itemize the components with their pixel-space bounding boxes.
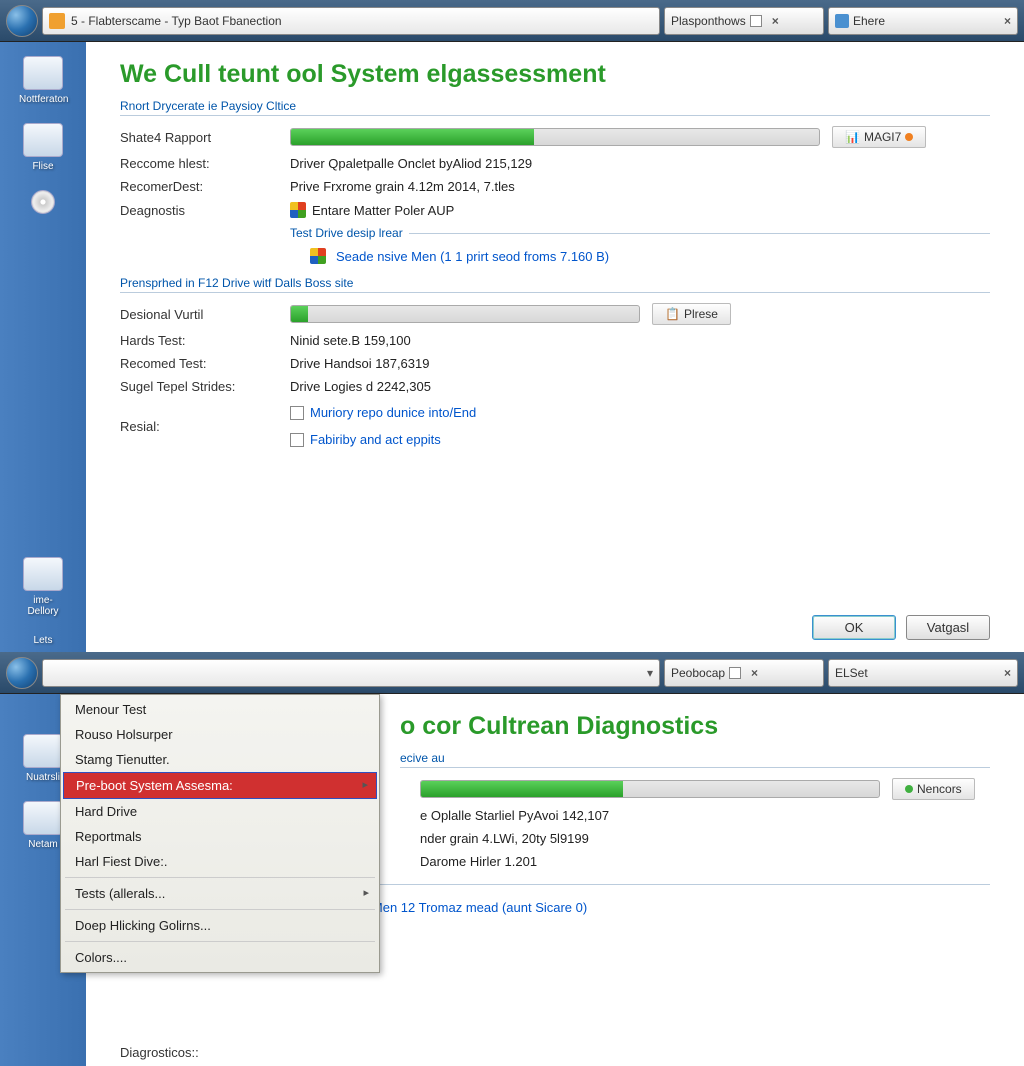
start-orb-icon[interactable] <box>6 5 38 37</box>
badge-plrese[interactable]: 📋Plrese <box>652 303 731 325</box>
context-menu: Menour Test Rouso Holsurper Stamg Tienut… <box>60 694 380 973</box>
address-bar[interactable]: 5 - Flabterscame - Typ Baot Fbanection <box>42 7 660 35</box>
windows-flag-icon <box>290 202 306 218</box>
row-sugel: Sugel Tepel Strides:Drive Logies d 2242,… <box>120 379 990 394</box>
start-orb-icon[interactable] <box>6 657 38 689</box>
windows-flag-icon <box>310 248 326 264</box>
row-recomerdest: RecomerDest:Prive Frxrome grain 4.12m 20… <box>120 179 990 194</box>
tab-ehere[interactable]: Ehere × <box>828 7 1018 35</box>
menu-item-doep[interactable]: Doep Hlicking Golirns... <box>63 913 377 938</box>
menu-item-colors[interactable]: Colors.... <box>63 945 377 970</box>
link-seade-nsive[interactable]: Seade nsive Men (1 1 prirt seod froms 7.… <box>336 249 609 264</box>
row-oplalle: e Oplalle Starliel PyAvoi 142,107 <box>420 808 990 823</box>
subgroup-test-drive: Test Drive desip lrear Seade nsive Men (… <box>290 226 990 264</box>
window-restore-icon[interactable] <box>729 667 741 679</box>
menu-item-stamg[interactable]: Stamg Tienutter. <box>63 747 377 772</box>
tab-elset[interactable]: ELSet × <box>828 659 1018 687</box>
row-desional: Desional Vurtil 📋Plrese <box>120 303 990 325</box>
diagnostics-label: Diagrosticos:: <box>120 1045 199 1060</box>
ok-button[interactable]: OK <box>812 615 896 640</box>
badge-magi7[interactable]: 📊MAGI7 <box>832 126 926 148</box>
status-dot-icon <box>905 133 913 141</box>
close-icon[interactable]: × <box>751 666 758 680</box>
cancel-button[interactable]: Vatgasl <box>906 615 990 640</box>
row-recomed-test: Recomed Test:Drive Handsoi 187,6319 <box>120 356 990 371</box>
row-hards-test: Hards Test:Ninid sete.B 159,100 <box>120 333 990 348</box>
list-icon: 📋 <box>665 307 680 321</box>
group-label-report: Rnort Drycerate ie Paysioy Cltice <box>120 99 990 118</box>
progress-diagnostics <box>420 780 880 798</box>
group-label-f12: Prensprhed in F12 Drive witf Dalls Boss … <box>120 276 990 295</box>
titlebar-top: 5 - Flabterscame - Typ Baot Fbanection P… <box>0 0 1024 42</box>
checkbox-memory-repo[interactable]: Muriory repo dunice into/End <box>290 405 476 420</box>
group-label-ecive: ecive au <box>400 751 990 770</box>
row-darome: Darome Hirler 1.201 <box>420 854 990 869</box>
row-diagnostics: DeagnostisEntare Matter Poler AUP <box>120 202 990 218</box>
row-progress-2: Nencors <box>420 778 990 800</box>
menu-item-tests[interactable]: Tests (allerals... <box>63 881 377 906</box>
menu-separator <box>65 877 375 878</box>
menu-separator <box>65 941 375 942</box>
row-reccome: Reccome hlest:Driver Qpaletpalle Onclet … <box>120 156 990 171</box>
checkbox-icon <box>290 433 304 447</box>
menu-item-rouso[interactable]: Rouso Holsurper <box>63 722 377 747</box>
badge-nencors[interactable]: Nencors <box>892 778 975 800</box>
desktop-icon-notification[interactable]: Nottferaton <box>19 56 67 105</box>
main-pane-assessment: We Cull teunt ool System elgassessment R… <box>86 42 1024 652</box>
tab-peobocap[interactable]: Peobocap × <box>664 659 824 687</box>
menu-separator <box>65 909 375 910</box>
address-bar-2[interactable]: ▾ <box>42 659 660 687</box>
titlebar-bottom: ▾ Peobocap × ELSet × <box>0 652 1024 694</box>
row-nder: nder grain 4.LWi, 20ty 5l9199 <box>420 831 990 846</box>
desktop-icon-files[interactable]: Flise <box>19 123 67 172</box>
checkbox-fabiriby[interactable]: Fabiriby and act eppits <box>290 432 441 447</box>
menu-item-menour-test[interactable]: Menour Test <box>63 697 377 722</box>
menu-item-reportmals[interactable]: Reportmals <box>63 824 377 849</box>
checkbox-icon <box>290 406 304 420</box>
desktop-icon-delivery[interactable]: ime-Dellory <box>19 557 67 617</box>
row-rapport: Shate4 Rapport 📊MAGI7 <box>120 126 990 148</box>
desktop-sidebar: Nottferaton Flise ime-Dellory Lets <box>0 42 86 652</box>
close-icon[interactable]: × <box>1004 666 1011 680</box>
menu-item-hard-drive[interactable]: Hard Drive <box>63 799 377 824</box>
address-icon <box>49 13 65 29</box>
progress-rapport <box>290 128 820 146</box>
close-icon[interactable]: × <box>1004 14 1011 28</box>
row-resial: Resial: Muriory repo dunice into/End Fab… <box>120 402 990 450</box>
tab-plasponthows[interactable]: Plasponthows × <box>664 7 824 35</box>
page-title-2: o cor Cultrean Diagnostics <box>400 712 990 741</box>
desktop-icon-disc[interactable] <box>19 190 67 218</box>
menu-item-preboot-assessment[interactable]: Pre-boot System Assesma: <box>63 772 377 799</box>
status-dot-icon <box>905 785 913 793</box>
progress-desional <box>290 305 640 323</box>
chart-icon: 📊 <box>845 130 860 144</box>
desktop-icon-lets[interactable]: Lets <box>19 635 67 646</box>
close-icon[interactable]: × <box>772 14 779 28</box>
menu-item-harl-fiest[interactable]: Harl Fiest Dive:. <box>63 849 377 874</box>
page-title: We Cull teunt ool System elgassessment <box>120 60 990 89</box>
dropdown-arrow-icon[interactable]: ▾ <box>647 666 653 680</box>
address-text: 5 - Flabterscame - Typ Baot Fbanection <box>71 14 282 28</box>
window-restore-icon[interactable] <box>750 15 762 27</box>
tab-favicon-icon <box>835 14 849 28</box>
